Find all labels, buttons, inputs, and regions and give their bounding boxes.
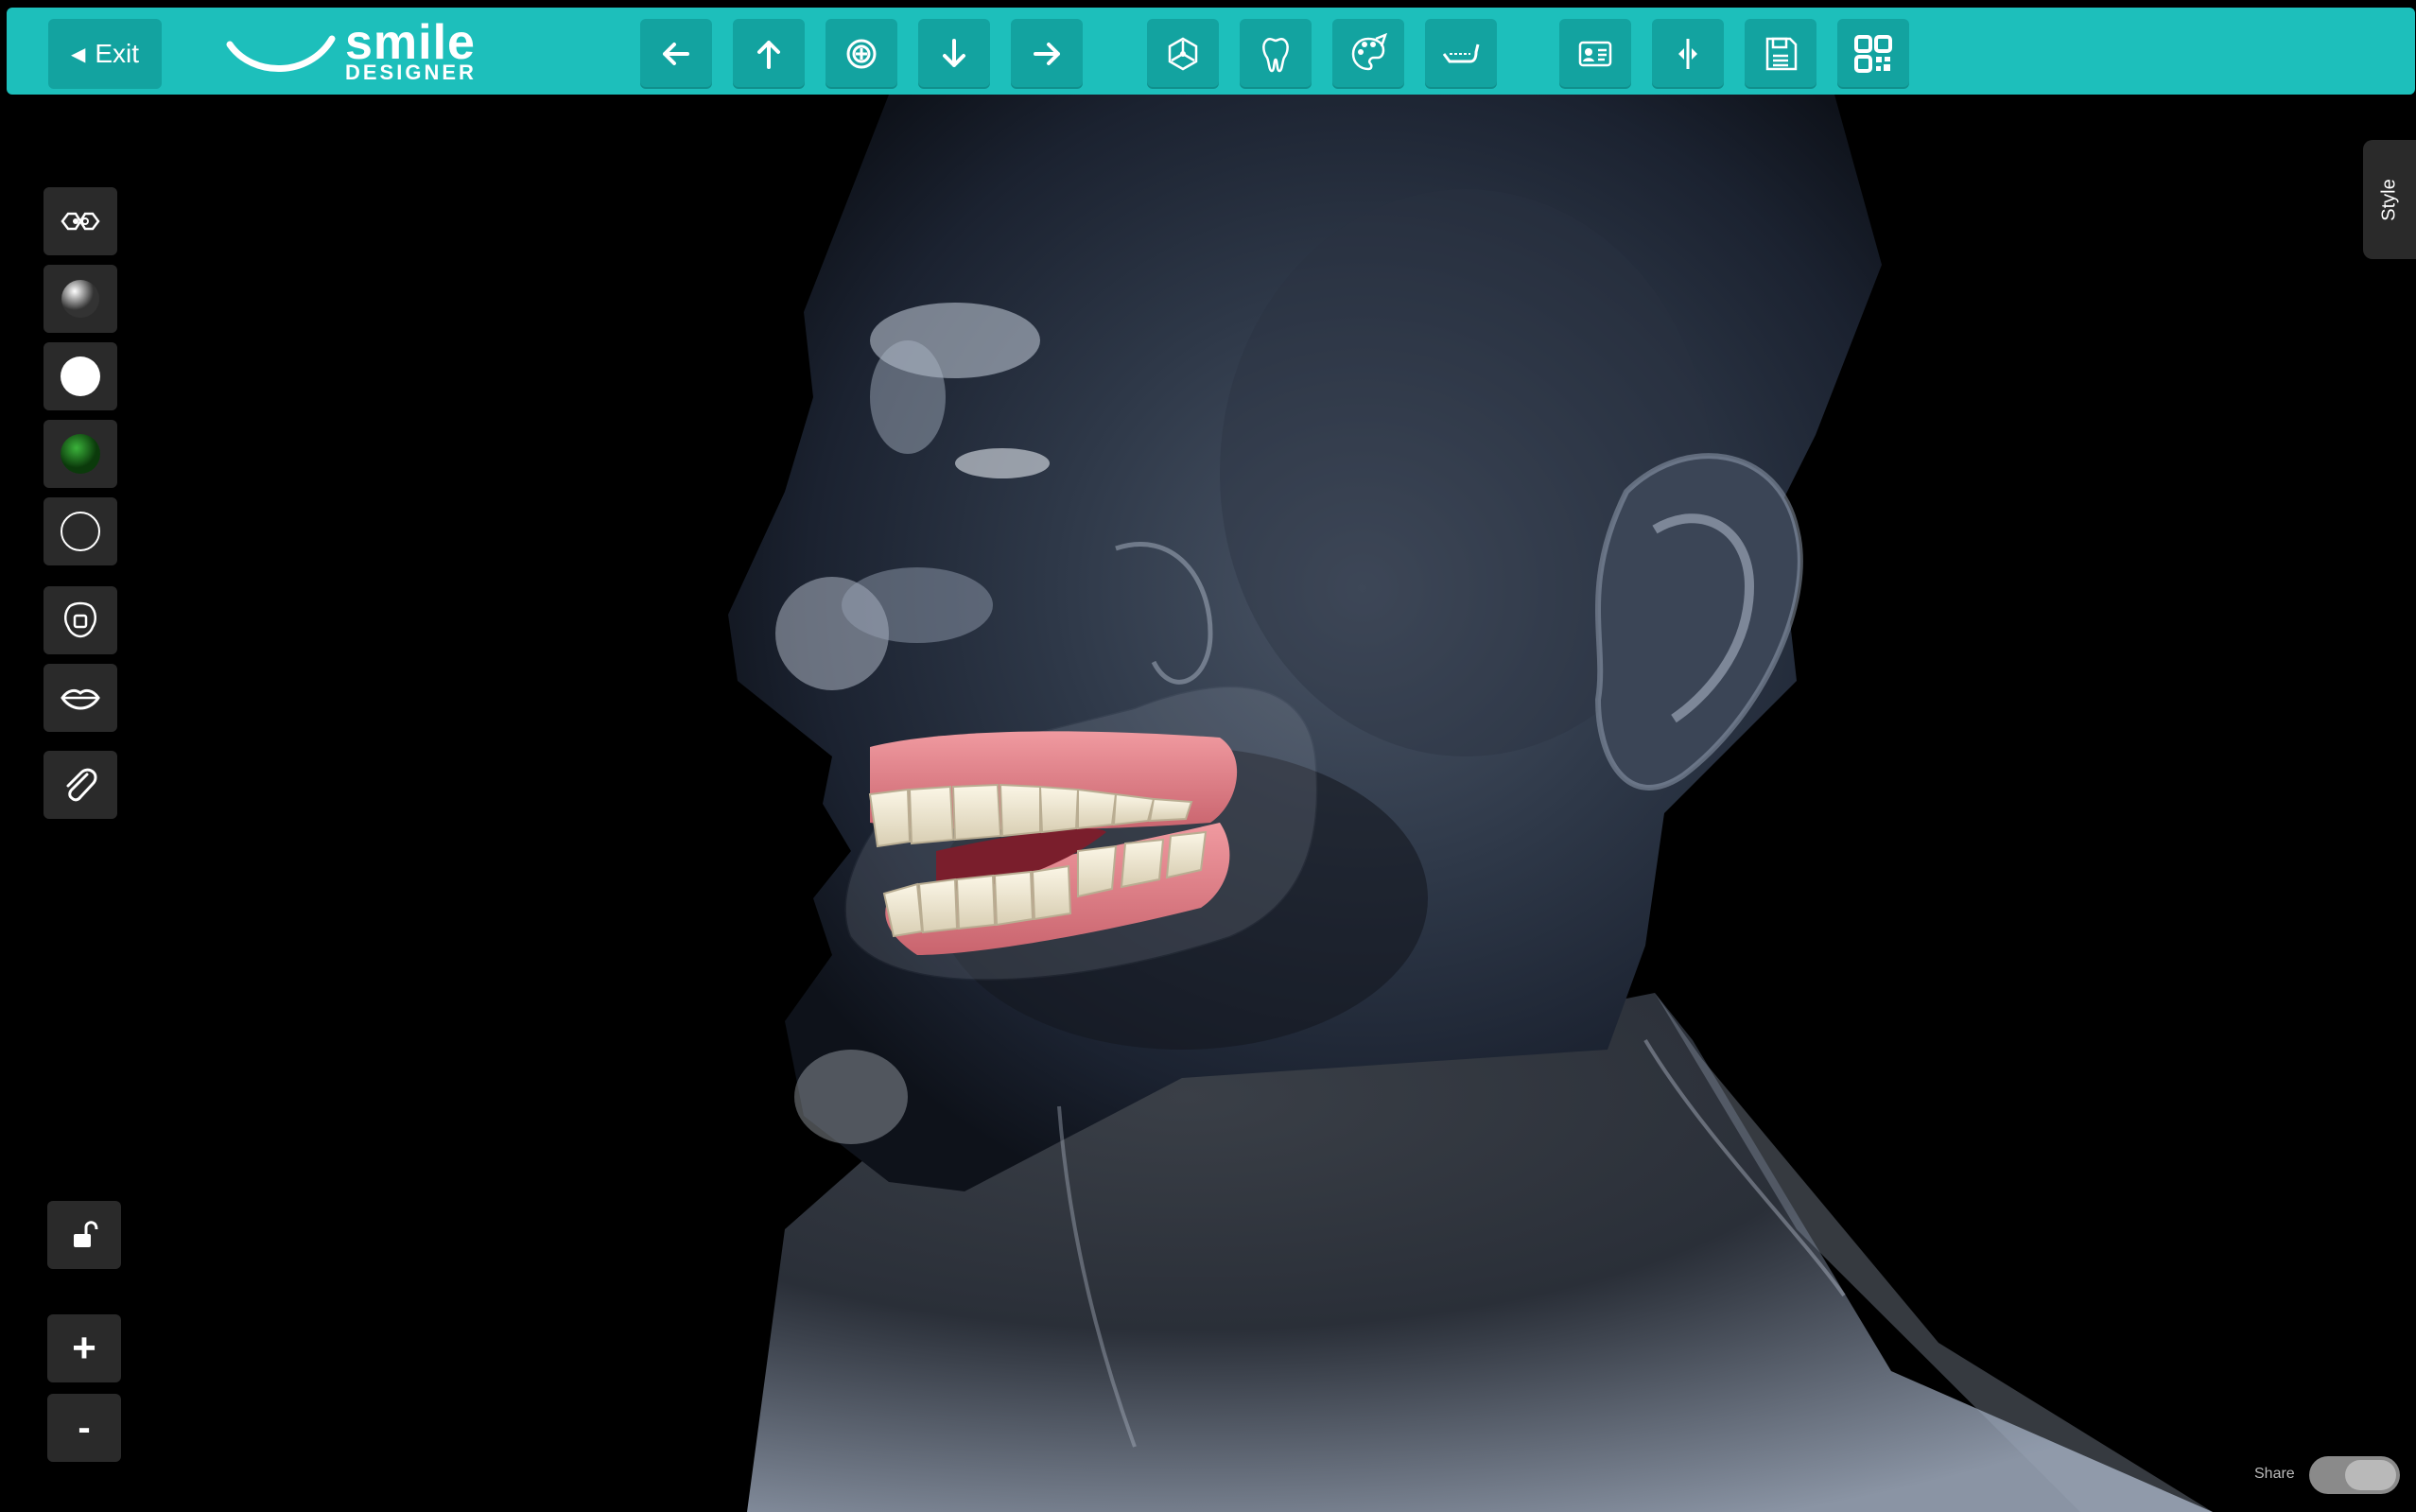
toggle-view-button[interactable]	[43, 187, 117, 255]
zoom-out-icon: -	[78, 1406, 91, 1449]
save-icon	[1765, 37, 1798, 71]
lock-button[interactable]	[47, 1201, 121, 1269]
exit-label: Exit	[95, 39, 140, 68]
back-triangle-icon: ◀	[70, 43, 86, 65]
material-white-button[interactable]	[43, 342, 117, 410]
attachment-button[interactable]	[43, 751, 117, 819]
3d-axes-icon	[1168, 37, 1198, 71]
head-mask-button[interactable]	[43, 586, 117, 654]
zoom-in-icon: +	[72, 1325, 96, 1371]
save-button[interactable]	[1745, 19, 1816, 89]
brand-bottom: DESIGNER	[345, 61, 477, 84]
3d-head-viewport[interactable]	[0, 0, 2416, 1512]
jaw-button[interactable]	[1425, 19, 1497, 89]
arrow-left-icon	[663, 43, 689, 65]
material-green-sphere-icon	[61, 434, 100, 474]
3d-axes-button[interactable]	[1147, 19, 1219, 89]
toggle-view-icon	[61, 212, 100, 231]
jaw-icon	[1442, 43, 1480, 63]
share-label: Share	[2254, 1466, 2295, 1482]
split-view-button[interactable]	[1652, 19, 1724, 89]
style-tab-label: Style	[2378, 178, 2400, 221]
paperclip-icon	[66, 768, 97, 802]
lock-icon	[74, 1221, 98, 1247]
palette-button[interactable]	[1332, 19, 1404, 89]
arrow-down-button[interactable]	[918, 19, 990, 89]
brand-top: smile	[345, 15, 476, 70]
zoom-in-button[interactable]: +	[47, 1314, 121, 1382]
arrow-right-icon	[1034, 43, 1060, 65]
smile-logo-icon	[226, 35, 336, 73]
material-white-sphere-icon	[61, 356, 100, 396]
lips-button[interactable]	[43, 664, 117, 732]
qr-code-icon	[1854, 35, 1892, 73]
arrow-down-icon	[943, 39, 965, 67]
zoom-out-button[interactable]: -	[47, 1394, 121, 1462]
arrow-up-icon	[757, 41, 780, 69]
split-view-icon	[1678, 39, 1697, 69]
share-toggle-knob	[2345, 1460, 2396, 1490]
top-toolbar: ◀ Exit smile DESIGNER	[7, 8, 2415, 95]
palette-icon	[1351, 33, 1387, 71]
tooth-button[interactable]	[1240, 19, 1312, 89]
qr-code-button[interactable]	[1837, 19, 1909, 89]
app-logo: smile DESIGNER	[224, 15, 508, 89]
head-mask-icon	[64, 601, 96, 638]
material-outline-button[interactable]	[43, 497, 117, 565]
material-green-button[interactable]	[43, 420, 117, 488]
rotate-center-button[interactable]	[826, 19, 897, 89]
arrow-left-button[interactable]	[640, 19, 712, 89]
tooth-icon	[1262, 37, 1289, 73]
lips-icon	[61, 688, 100, 710]
material-gray-button[interactable]	[43, 265, 117, 333]
arrow-up-button[interactable]	[733, 19, 805, 89]
share-toggle[interactable]	[2309, 1456, 2400, 1494]
rotate-center-icon	[846, 39, 877, 69]
patient-card-button[interactable]	[1559, 19, 1631, 89]
style-tab[interactable]: Style	[2363, 140, 2416, 259]
exit-button[interactable]: ◀ Exit	[48, 19, 162, 89]
ear-shape	[1594, 453, 1803, 791]
material-gray-sphere-icon	[61, 280, 99, 318]
patient-card-icon	[1578, 41, 1612, 67]
material-outline-sphere-icon	[61, 512, 100, 551]
arrow-right-button[interactable]	[1011, 19, 1083, 89]
